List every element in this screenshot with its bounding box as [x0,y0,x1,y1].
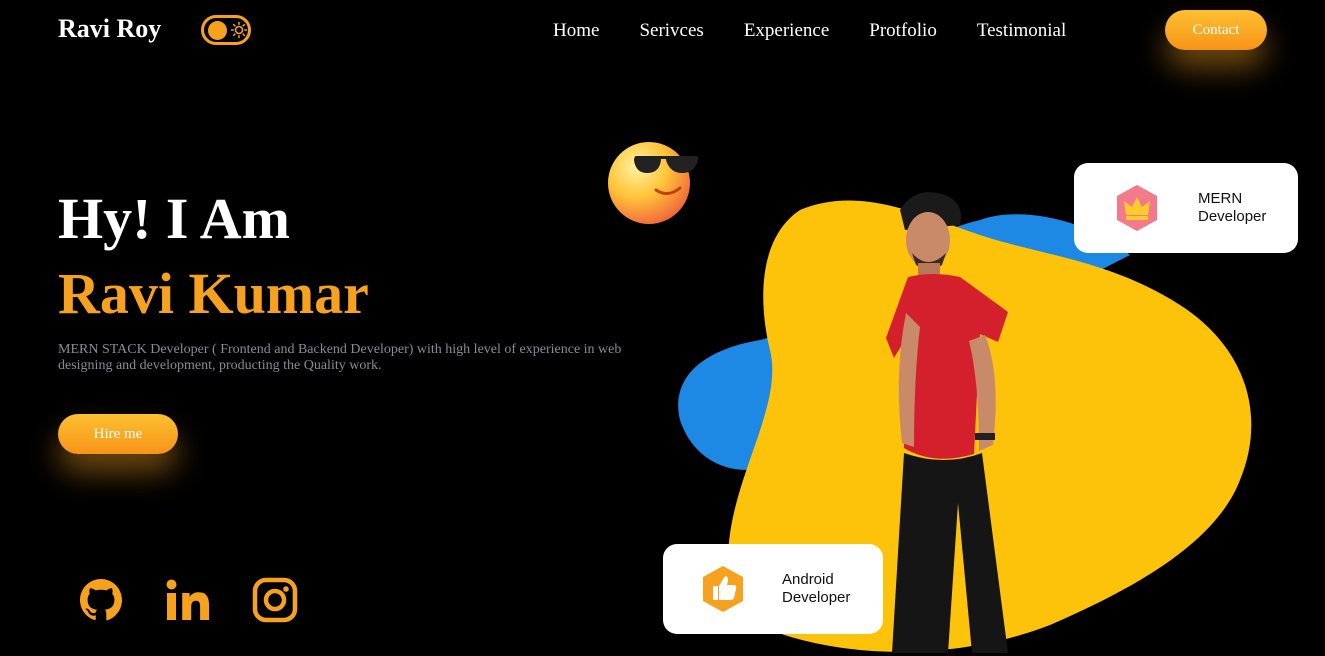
instagram-icon[interactable] [251,576,299,624]
sun-icon [230,21,248,39]
hero-description: MERN STACK Developer ( Frontend and Back… [58,342,622,373]
android-card-line1: Android [782,571,834,588]
sunglasses-emoji-icon [608,142,699,224]
hire-me-button[interactable]: Hire me [58,414,178,454]
contact-button[interactable]: Contact [1165,10,1267,50]
crown-badge-icon [1117,185,1157,231]
mern-developer-card: MERN Developer [1074,163,1298,253]
nav-portfolio[interactable]: Protfolio [869,20,937,42]
nav-testimonial[interactable]: Testimonial [977,20,1066,42]
mern-card-text: MERN Developer [1198,190,1266,226]
main-nav: Home Serivces Experience Protfolio Testi… [553,20,1106,42]
toggle-knob [208,21,227,40]
nav-services[interactable]: Serivces [639,20,703,42]
profile-photo [886,192,1008,653]
thumbs-up-badge-icon [703,566,743,612]
mern-card-line1: MERN [1198,190,1243,207]
android-card-text: Android Developer [782,571,850,607]
brand-logo[interactable]: Ravi Roy [58,14,161,44]
hero-name: Ravi Kumar [58,261,369,326]
hero-greeting: Hy! I Am [58,186,290,251]
nav-experience[interactable]: Experience [744,20,829,42]
android-card-line2: Developer [782,589,851,606]
linkedin-icon[interactable] [164,576,212,624]
theme-toggle[interactable] [201,15,251,45]
mern-card-line2: Developer [1198,208,1267,225]
github-icon[interactable] [77,576,125,624]
android-developer-card: Android Developer [663,544,883,634]
nav-home[interactable]: Home [553,20,599,42]
